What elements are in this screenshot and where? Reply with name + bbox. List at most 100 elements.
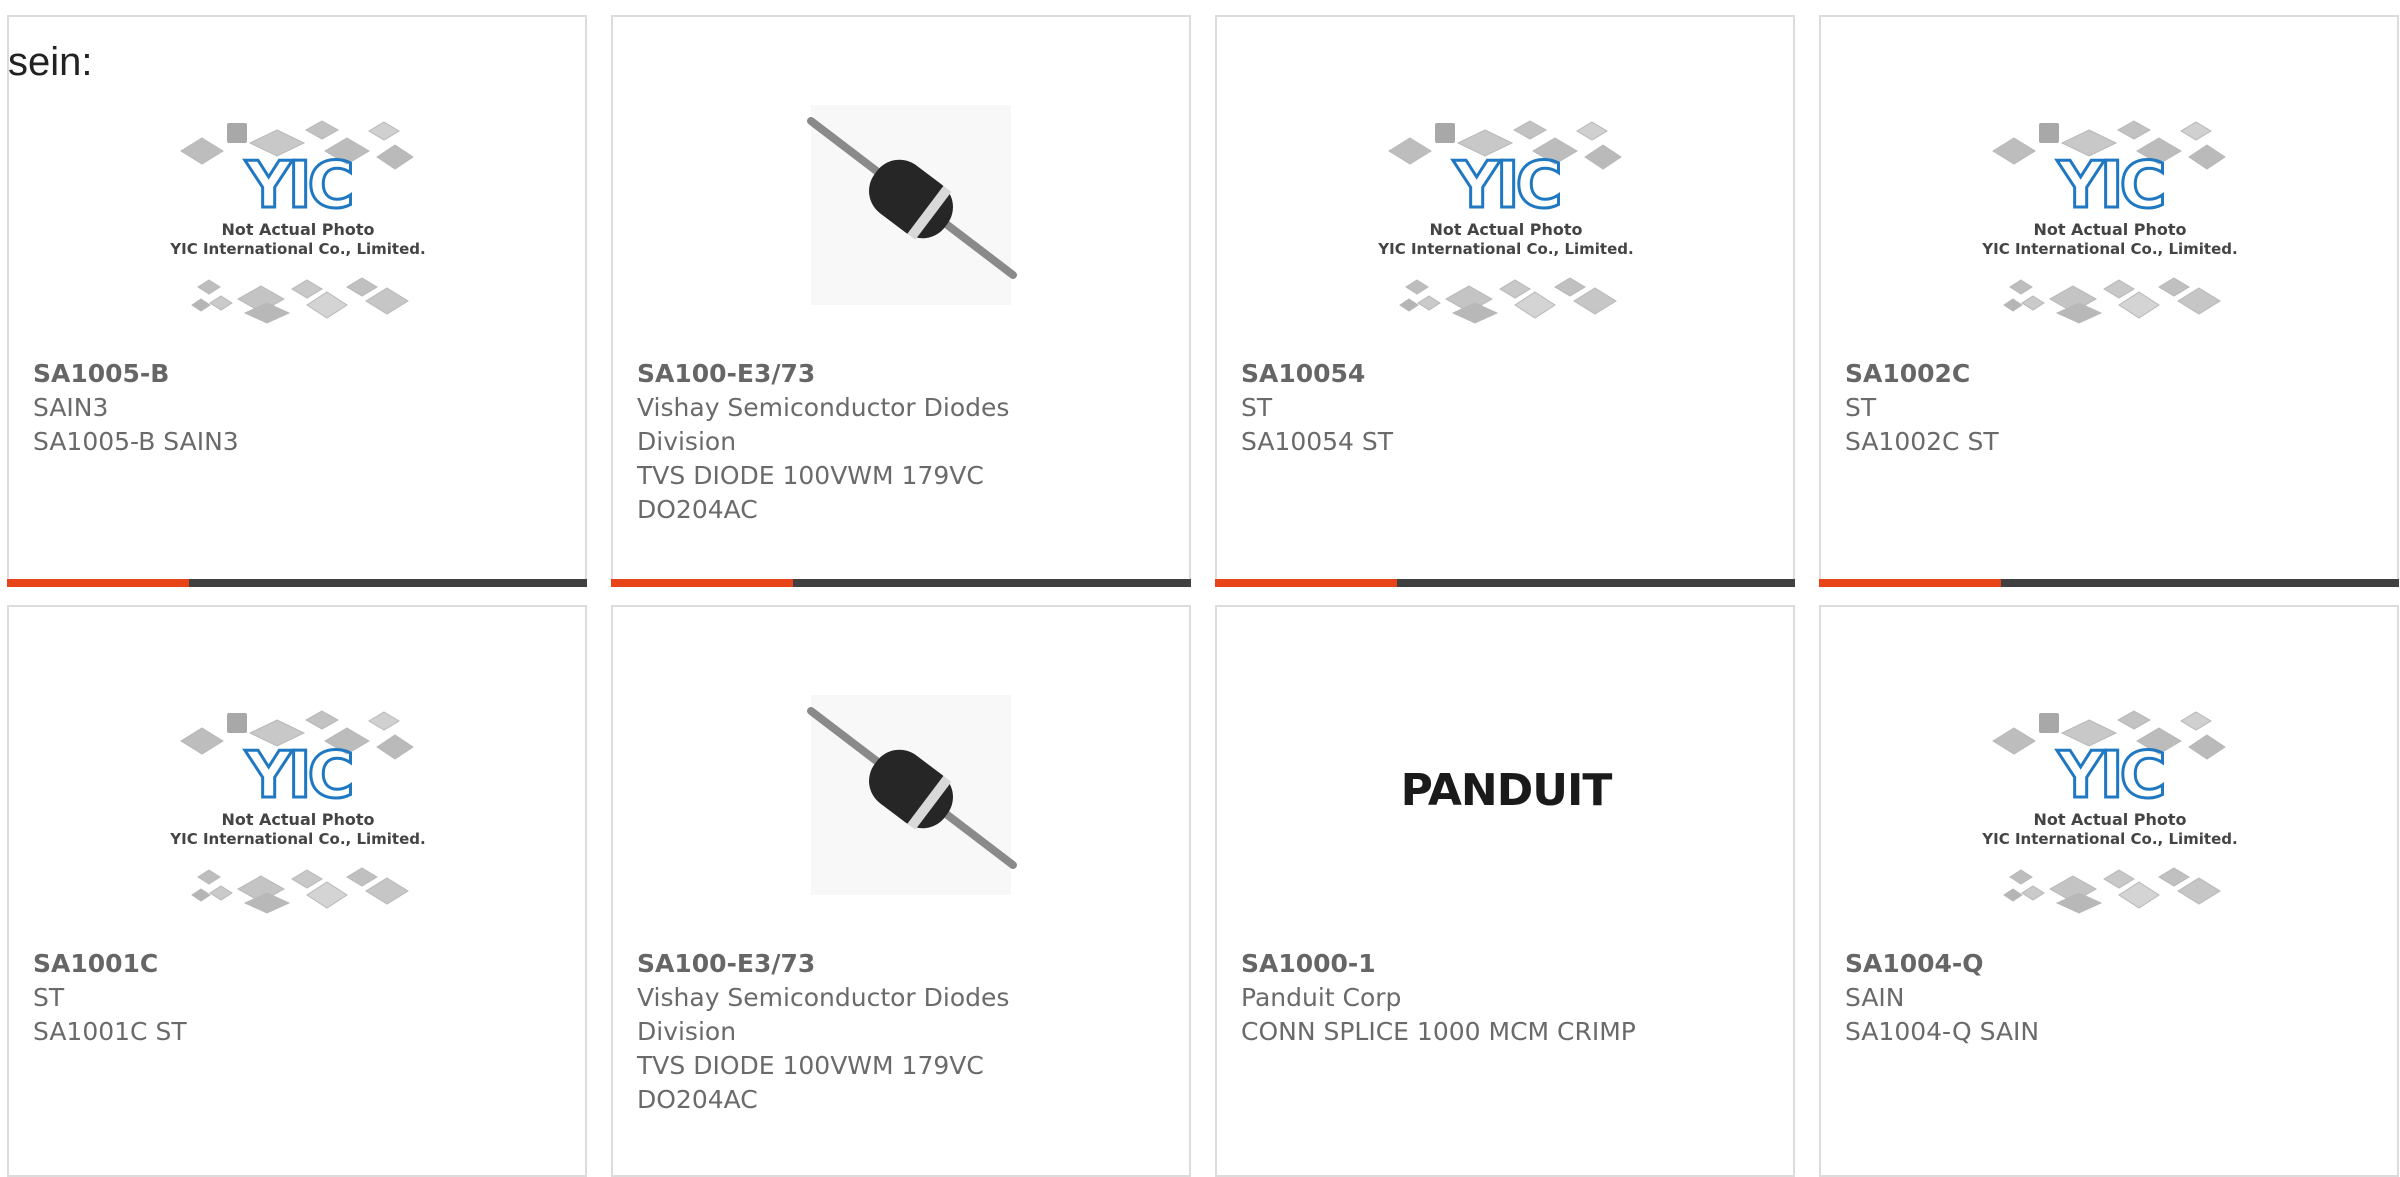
yic-logo: YIC — [244, 739, 350, 813]
chip-icon — [2180, 121, 2212, 141]
product-part-number[interactable]: SA1005-B — [33, 357, 453, 391]
product-detail-line: TVS DIODE 100VWM 179VC — [637, 461, 984, 490]
product-image[interactable]: YIC Not Actual Photo YIC International Co.… — [1355, 99, 1657, 347]
card-accent-bar — [7, 579, 587, 587]
card-accent-bar — [1819, 579, 2399, 587]
product-image[interactable]: YIC Not Actual Photo YIC International Co.… — [147, 689, 449, 937]
chip-icon — [191, 298, 211, 312]
product-part-number[interactable]: SA10054 — [1241, 357, 1661, 391]
card-accent-bar — [611, 579, 1191, 587]
product-part-number[interactable]: SA1002C — [1845, 357, 2265, 391]
product-card[interactable]: PANDUIT SA1000-1 Panduit Corp CONN SPLICE 1… — [1215, 605, 1795, 1177]
chip-icon — [209, 295, 233, 311]
product-card[interactable]: YIC Not Actual Photo YIC International Co.… — [1819, 15, 2399, 587]
chip-icon — [2116, 710, 2152, 730]
product-image[interactable]: YIC Not Actual Photo YIC International Co.… — [1959, 99, 2261, 347]
product-detail-line: Vishay Semiconductor Diodes — [637, 393, 1010, 422]
chip-icon — [1554, 277, 1586, 297]
product-image[interactable]: YIC Not Actual Photo YIC International Co.… — [1959, 689, 2261, 937]
product-part-number[interactable]: SA1004-Q — [1845, 947, 2265, 981]
chip-icon — [1514, 291, 1556, 319]
product-detail-line: SAIN3 — [33, 393, 109, 422]
chip-icon — [191, 888, 211, 902]
chip-icon — [1435, 123, 1455, 143]
product-card[interactable]: YIC Not Actual Photo YIC International Co.… — [1819, 605, 2399, 1177]
product-detail-line: ST — [33, 983, 65, 1012]
chip-icon — [2158, 867, 2190, 887]
page-heading: sein: — [8, 40, 93, 84]
chip-icon — [1388, 137, 1432, 165]
yic-logo: YIC — [244, 149, 350, 223]
placeholder-company: YIC International Co., Limited. — [1377, 240, 1633, 258]
placeholder-company: YIC International Co., Limited. — [169, 240, 425, 258]
chip-icon — [291, 279, 323, 299]
chip-icon — [2021, 295, 2045, 311]
product-image[interactable]: PANDUIT — [1355, 689, 1657, 937]
chip-icon — [376, 734, 414, 760]
chip-icon — [1573, 287, 1617, 315]
product-part-number[interactable]: SA100-E3/73 — [637, 947, 1057, 981]
product-image[interactable]: YIC Not Actual Photo YIC International Co.… — [147, 99, 449, 347]
chip-icon — [209, 885, 233, 901]
chip-icon — [1992, 137, 2036, 165]
chip-icon — [346, 277, 378, 297]
product-part-number[interactable]: SA1001C — [33, 947, 453, 981]
product-detail-line: ST — [1845, 393, 1877, 422]
chip-icon — [1417, 295, 1441, 311]
chip-icon — [2003, 888, 2023, 902]
panduit-logo: PANDUIT — [1401, 765, 1613, 816]
chip-icon — [2103, 869, 2135, 889]
chip-icon — [2177, 877, 2221, 905]
product-detail-line: CONN SPLICE 1000 MCM CRIMP — [1241, 1017, 1636, 1046]
chip-icon — [2103, 279, 2135, 299]
chip-icon — [2039, 713, 2059, 733]
chip-icon — [197, 279, 221, 295]
yic-logo: YIC — [2056, 149, 2162, 223]
product-card[interactable]: YIC Not Actual Photo YIC International Co.… — [7, 605, 587, 1177]
chip-icon — [2188, 144, 2226, 170]
chip-icon — [2180, 711, 2212, 731]
product-info: SA1002C ST SA1002C ST — [1845, 357, 2265, 459]
chip-icon — [2021, 885, 2045, 901]
chip-icon — [365, 877, 409, 905]
product-card[interactable]: SA100-E3/73 Vishay Semiconductor Diodes Di… — [611, 605, 1191, 1177]
chip-icon — [1399, 298, 1419, 312]
chip-icon — [368, 711, 400, 731]
product-part-number[interactable]: SA100-E3/73 — [637, 357, 1057, 391]
chip-icon — [2009, 869, 2033, 885]
chip-icon — [1584, 144, 1622, 170]
product-card[interactable]: YIC Not Actual Photo YIC International Co.… — [7, 15, 587, 587]
product-detail-line: Panduit Corp — [1241, 983, 1402, 1012]
product-card[interactable]: YIC Not Actual Photo YIC International Co.… — [1215, 15, 1795, 587]
placeholder-caption: Not Actual Photo — [221, 810, 374, 829]
product-detail-line: ST — [1241, 393, 1273, 422]
chip-icon — [304, 710, 340, 730]
product-detail-line: SA1005-B SAIN3 — [33, 427, 239, 456]
product-card[interactable]: SA100-E3/73 Vishay Semiconductor Diodes Di… — [611, 15, 1191, 587]
product-image[interactable] — [751, 99, 1053, 347]
chip-icon — [368, 121, 400, 141]
chip-icon — [197, 869, 221, 885]
chip-icon — [376, 144, 414, 170]
yic-logo: YIC — [1452, 149, 1558, 223]
chip-icon — [365, 287, 409, 315]
chip-icon — [306, 291, 348, 319]
product-info: SA1005-B SAIN3 SA1005-B SAIN3 — [33, 357, 453, 459]
chip-icon — [306, 881, 348, 909]
chip-icon — [180, 137, 224, 165]
product-part-number[interactable]: SA1000-1 — [1241, 947, 1661, 981]
card-accent-highlight — [1819, 579, 2001, 587]
chip-icon — [1992, 727, 2036, 755]
card-accent-bar — [1215, 579, 1795, 587]
placeholder-company: YIC International Co., Limited. — [1981, 240, 2237, 258]
card-accent-highlight — [1215, 579, 1397, 587]
chip-icon — [227, 123, 247, 143]
chip-icon — [2118, 881, 2160, 909]
product-image[interactable] — [751, 689, 1053, 937]
product-detail-line: DO204AC — [637, 495, 758, 524]
chip-icon — [2118, 291, 2160, 319]
chip-icon — [2003, 298, 2023, 312]
product-detail-line: DO204AC — [637, 1085, 758, 1114]
product-detail-line: Vishay Semiconductor Diodes — [637, 983, 1010, 1012]
placeholder-caption: Not Actual Photo — [1429, 220, 1582, 239]
